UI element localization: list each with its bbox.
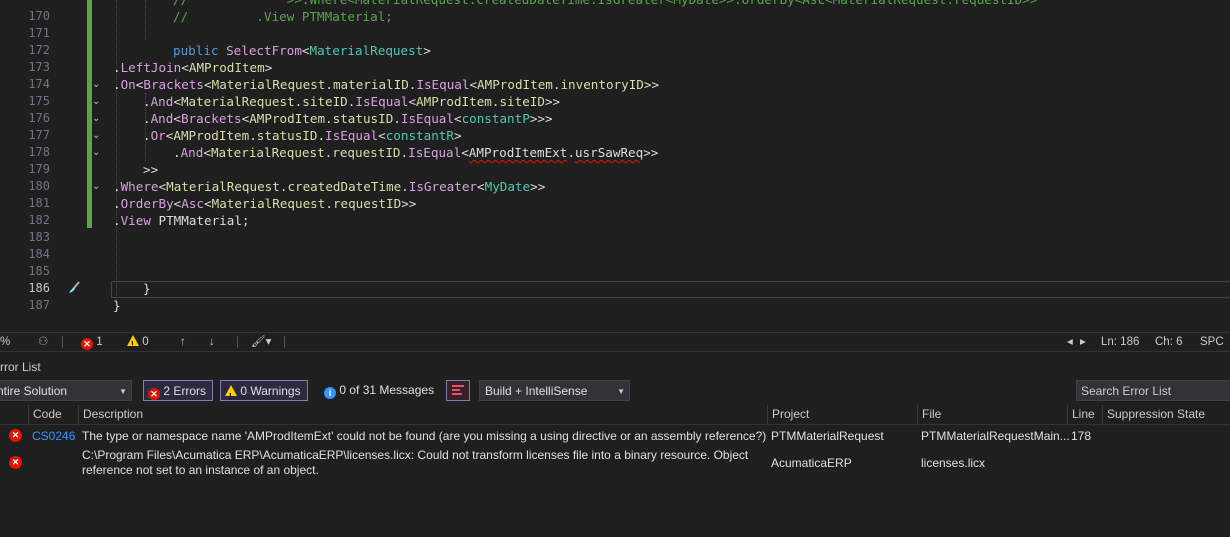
zoom-level[interactable]: % [0, 333, 10, 351]
next-issue-arrow-icon[interactable]: ↓ [209, 333, 215, 351]
indent-guide [145, 0, 146, 40]
warning-icon [225, 385, 237, 407]
line-number: 182 [28, 213, 50, 227]
whitespace-mode[interactable]: SPC [1200, 333, 1224, 351]
code-line-182: .View PTMMaterial; [113, 213, 250, 228]
line-number: 172 [28, 43, 50, 57]
fold-chevron-icon[interactable]: ⌄ [92, 93, 104, 110]
line-number: 177 [28, 128, 50, 142]
error-project: AcumaticaERP [771, 456, 852, 470]
error-code-link[interactable]: CS0246 [32, 429, 75, 443]
code-line-175: .And<MaterialRequest.siteID.IsEqual<AMPr… [143, 94, 561, 109]
error-count[interactable]: ✕ 1 [81, 333, 103, 351]
copilot-icon[interactable]: ⚇ [38, 333, 48, 351]
line-number: 171 [28, 26, 50, 40]
line-number: 179 [28, 162, 50, 176]
error-project: PTMMaterialRequest [771, 429, 884, 443]
indent-guide [116, 0, 117, 300]
code-line-177: .Or<AMProdItem.statusID.IsEqual<constant… [143, 128, 462, 143]
line-indicator[interactable]: Ln: 186 [1101, 333, 1139, 351]
info-icon: i [324, 387, 336, 399]
line-number: 176 [28, 111, 50, 125]
column-header-project[interactable]: Project [767, 405, 917, 424]
line-number: 180 [28, 179, 50, 193]
scroll-left-icon[interactable]: ◂ [1067, 333, 1073, 351]
error-squiggle: AMProdItemExt [468, 145, 568, 160]
code-editor[interactable]: 170 171 172 173 174 175 176 177 178 179 … [0, 0, 1230, 332]
line-number: 183 [28, 230, 50, 244]
code-line-178: .And<MaterialRequest.requestID.IsEqual<A… [173, 145, 659, 160]
warning-count[interactable]: 0 [127, 333, 149, 354]
error-description-line2: reference not set to an instance of an o… [82, 463, 319, 477]
error-icon: ✕ [148, 388, 160, 400]
line-number: 173 [28, 60, 50, 74]
quick-actions-brush-icon[interactable] [66, 280, 82, 296]
line-number: 187 [28, 298, 50, 312]
scope-dropdown[interactable]: Entire Solution▼ [0, 380, 132, 401]
code-cleanup-brush-icon[interactable]: 🖌▾ [251, 333, 271, 351]
fold-chevron-icon[interactable]: ⌄ [92, 110, 104, 127]
error-description: The type or namespace name 'AMProdItemEx… [82, 429, 767, 443]
column-header-description[interactable]: Description [78, 405, 767, 424]
current-line-highlight [111, 281, 1230, 298]
code-line-181: .OrderBy<Asc<MaterialRequest.requestID>> [113, 196, 417, 211]
code-line-186: } [143, 281, 151, 296]
table-row[interactable]: ✕ C:\Program Files\Acumatica ERP\Acumati… [0, 447, 1230, 481]
column-header-file[interactable]: File [917, 405, 1067, 424]
code-line-174: .On<Brackets<MaterialRequest.materialID.… [113, 77, 660, 92]
error-icon: ✕ [81, 338, 93, 350]
column-header-code[interactable]: Code [28, 405, 78, 424]
warnings-filter-button[interactable]: 0 Warnings [220, 380, 308, 407]
error-description-line1: C:\Program Files\Acumatica ERP\Acumatica… [82, 448, 749, 462]
error-line: 178 [1071, 429, 1092, 443]
fold-chevron-icon[interactable]: ⌄ [92, 144, 104, 161]
fold-chevron-icon[interactable]: ⌄ [92, 178, 104, 195]
code-line-173: .LeftJoin<AMProdItem> [113, 60, 273, 75]
messages-filter-button[interactable]: i 0 of 31 Messages [322, 380, 434, 401]
error-file: PTMMaterialRequestMain... [921, 429, 1070, 443]
table-row[interactable]: ✕ CS0246 The type or namespace name 'AMP… [0, 427, 1230, 445]
error-file: licenses.licx [921, 456, 986, 470]
scroll-right-icon[interactable]: ▸ [1080, 333, 1086, 351]
panel-title[interactable]: Error List [0, 359, 41, 376]
column-indicator[interactable]: Ch: 6 [1155, 333, 1183, 351]
code-line-176: .And<Brackets<AMProdItem.statusID.IsEqua… [143, 111, 553, 126]
fold-chevron-icon[interactable]: ⌄ [92, 127, 104, 144]
editor-status-bar: % ⚇ ✕ 1 0 ↑ ↓ 🖌▾ ◂ ▸ Ln: 186 Ch: 6 SPC [0, 332, 1230, 354]
search-error-list-input[interactable]: Search Error List [1076, 380, 1230, 401]
line-number: 185 [28, 264, 50, 278]
error-list-header: Code Description Project File Line Suppr… [0, 405, 1230, 425]
warning-icon [127, 335, 139, 354]
filter-icon[interactable] [446, 380, 470, 401]
line-number: 170 [28, 9, 50, 23]
line-number: 181 [28, 196, 50, 210]
code-line-187: } [113, 298, 121, 313]
previous-issue-arrow-icon[interactable]: ↑ [180, 333, 186, 351]
error-icon: ✕ [9, 429, 22, 442]
column-header-line[interactable]: Line [1067, 405, 1102, 424]
code-line-172: public SelectFrom<MaterialRequest> [173, 43, 431, 58]
line-number: 175 [28, 94, 50, 108]
build-filter-dropdown[interactable]: Build + IntelliSense ▼ [479, 380, 630, 401]
error-icon: ✕ [9, 456, 22, 469]
line-number-current: 186 [28, 281, 50, 295]
errors-filter-button[interactable]: ✕ 2 Errors [143, 380, 214, 401]
code-line-179: >> [143, 162, 159, 177]
fold-chevron-icon[interactable]: ⌄ [92, 76, 104, 93]
line-number: 174 [28, 77, 50, 91]
code-comment: // .View PTMMaterial; [173, 9, 393, 24]
line-number: 178 [28, 145, 50, 159]
code-comment: // >>.Where<MaterialRequest.createdDateT… [173, 0, 1037, 8]
column-header-suppression[interactable]: Suppression State [1102, 405, 1230, 424]
code-line-180: .Where<MaterialRequest.createdDateTime.I… [113, 179, 546, 194]
line-number: 184 [28, 247, 50, 261]
error-list-toolbar: Entire Solution▼ ✕ 2 Errors 0 Warnings i… [0, 379, 1230, 407]
